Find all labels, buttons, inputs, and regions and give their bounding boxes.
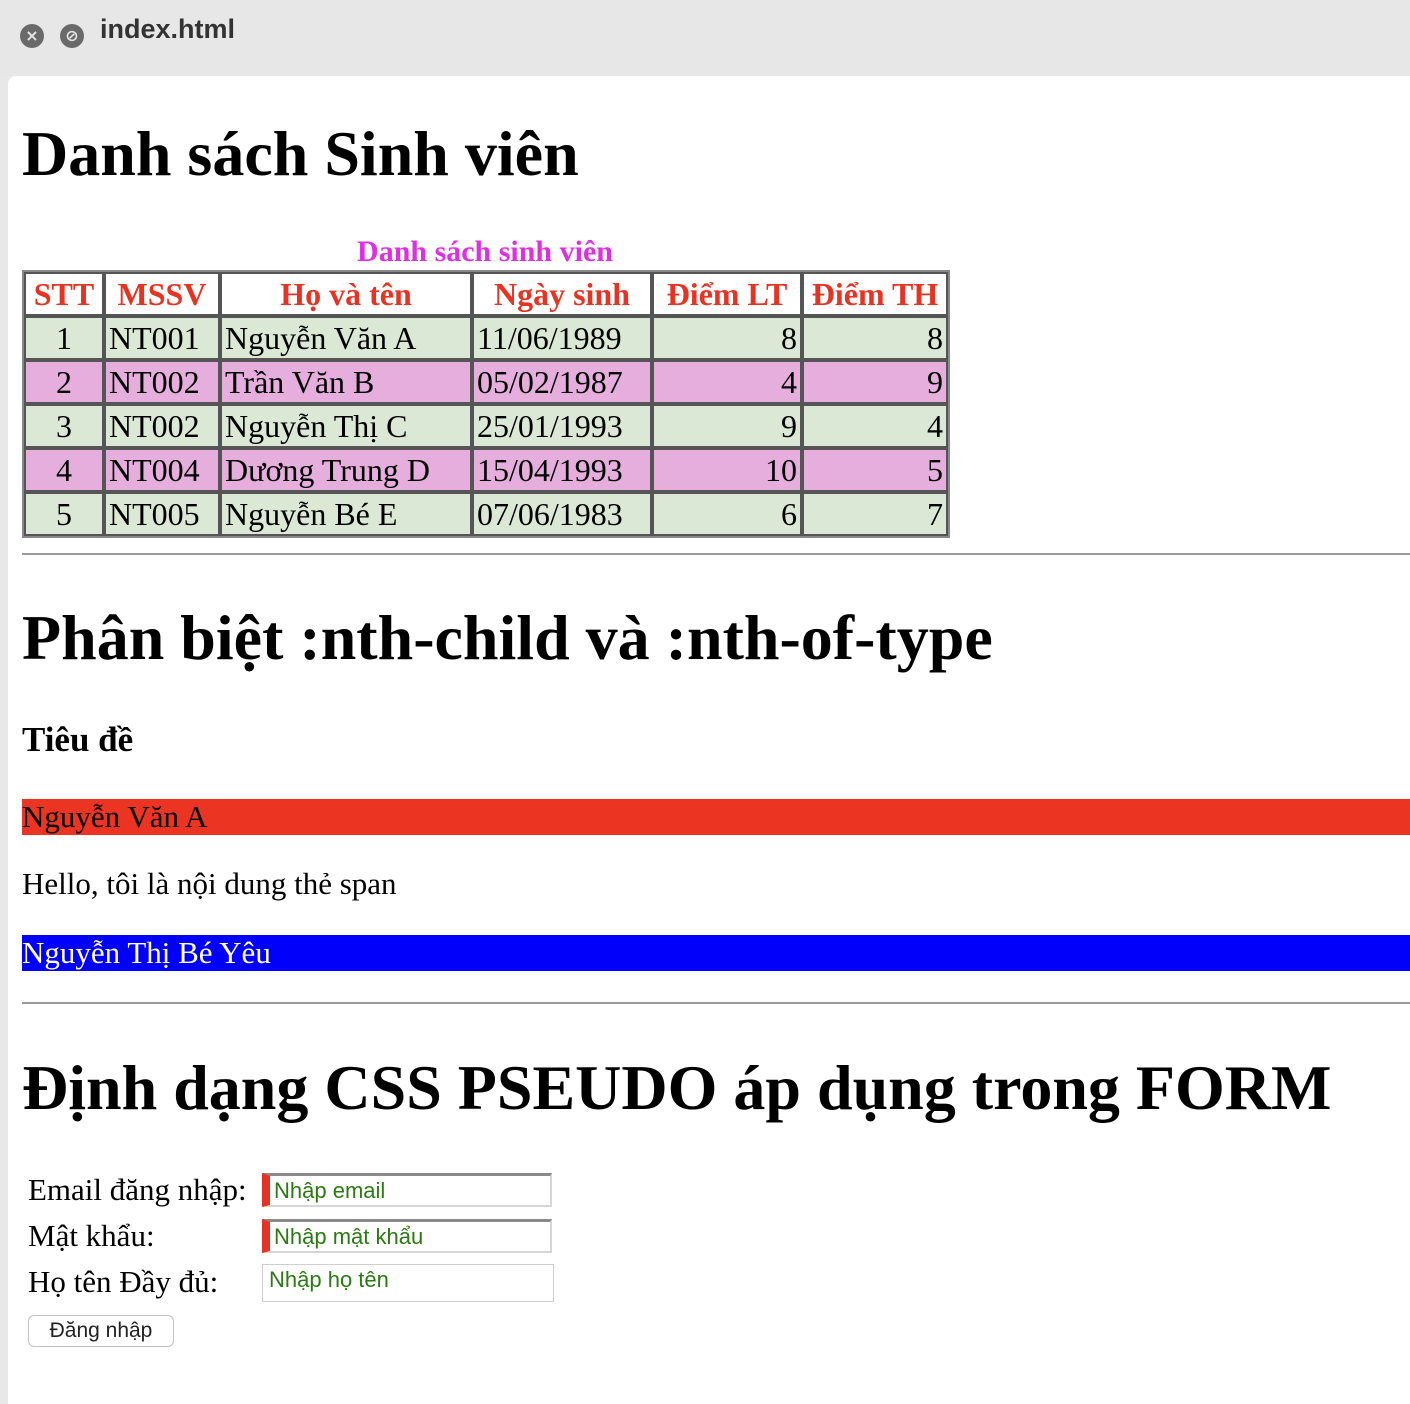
close-tab-icon[interactable]: × — [20, 24, 44, 48]
header-stt: STT — [24, 272, 104, 316]
cell-mssv: NT005 — [104, 492, 220, 536]
cell-theory-score: 8 — [652, 316, 802, 360]
page-content: Danh sách Sinh viên Danh sách sinh viên … — [8, 76, 1410, 1404]
cell-practice-score: 9 — [802, 360, 948, 404]
cell-theory-score: 4 — [652, 360, 802, 404]
email-label: Email đăng nhập: — [28, 1172, 247, 1207]
cell-mssv: NT002 — [104, 360, 220, 404]
cell-birthdate: 25/01/1993 — [472, 404, 652, 448]
section-heading-nth: Phân biệt :nth-child và :nth-of-type — [22, 602, 993, 673]
login-button[interactable]: Đăng nhập — [28, 1315, 174, 1347]
table-row: 1 NT001 Nguyễn Văn A 11/06/1989 8 8 — [24, 316, 948, 360]
window-title: index.html — [100, 14, 236, 44]
password-field[interactable]: Nhập mật khẩu — [262, 1219, 552, 1253]
student-table: STT MSSV Họ và tên Ngày sinh Điểm LT Điể… — [22, 270, 950, 538]
header-birthdate: Ngày sinh — [472, 272, 652, 316]
cell-fullname: Nguyễn Văn A — [220, 316, 472, 360]
highlighted-name-red: Nguyễn Văn A — [22, 799, 1410, 835]
header-mssv: MSSV — [104, 272, 220, 316]
cell-theory-score: 10 — [652, 448, 802, 492]
cell-stt: 3 — [24, 404, 104, 448]
email-field[interactable]: Nhập email — [262, 1173, 552, 1207]
span-content-text: Hello, tôi là nội dung thẻ span — [22, 866, 397, 901]
window-titlebar: × ⊘ index.html — [0, 0, 1410, 76]
divider — [22, 553, 1410, 555]
fullname-field[interactable]: Nhập họ tên — [262, 1264, 554, 1302]
fullname-label: Họ tên Đầy đủ: — [28, 1264, 219, 1299]
header-practice-score: Điểm TH — [802, 272, 948, 316]
cell-birthdate: 11/06/1989 — [472, 316, 652, 360]
cell-fullname: Nguyễn Bé E — [220, 492, 472, 536]
section-heading-form: Định dạng CSS PSEUDO áp dụng trong FORM — [22, 1052, 1332, 1123]
cell-practice-score: 5 — [802, 448, 948, 492]
cell-fullname: Trần Văn B — [220, 360, 472, 404]
cell-birthdate: 07/06/1983 — [472, 492, 652, 536]
table-row: 2 NT002 Trần Văn B 05/02/1987 4 9 — [24, 360, 948, 404]
table-row: 5 NT005 Nguyễn Bé E 07/06/1983 6 7 — [24, 492, 948, 536]
cell-mssv: NT002 — [104, 404, 220, 448]
cell-fullname: Dương Trung D — [220, 448, 472, 492]
cell-birthdate: 05/02/1987 — [472, 360, 652, 404]
cell-stt: 5 — [24, 492, 104, 536]
cell-practice-score: 8 — [802, 316, 948, 360]
cell-mssv: NT001 — [104, 316, 220, 360]
cell-stt: 4 — [24, 448, 104, 492]
cell-theory-score: 9 — [652, 404, 802, 448]
subheading-title: Tiêu đề — [22, 720, 134, 759]
highlighted-name-blue: Nguyễn Thị Bé Yêu — [22, 935, 1410, 971]
table-caption: Danh sách sinh viên — [357, 235, 613, 268]
table-header-row: STT MSSV Họ và tên Ngày sinh Điểm LT Điể… — [24, 272, 948, 316]
cell-practice-score: 4 — [802, 404, 948, 448]
password-label: Mật khẩu: — [28, 1218, 155, 1253]
cell-practice-score: 7 — [802, 492, 948, 536]
cell-stt: 2 — [24, 360, 104, 404]
cell-theory-score: 6 — [652, 492, 802, 536]
cell-mssv: NT004 — [104, 448, 220, 492]
header-fullname: Họ và tên — [220, 272, 472, 316]
cell-fullname: Nguyễn Thị C — [220, 404, 472, 448]
divider — [22, 1002, 1410, 1004]
table-row: 3 NT002 Nguyễn Thị C 25/01/1993 9 4 — [24, 404, 948, 448]
cell-birthdate: 15/04/1993 — [472, 448, 652, 492]
stop-icon[interactable]: ⊘ — [60, 24, 84, 48]
section-heading-students: Danh sách Sinh viên — [22, 118, 579, 189]
cell-stt: 1 — [24, 316, 104, 360]
header-theory-score: Điểm LT — [652, 272, 802, 316]
table-row: 4 NT004 Dương Trung D 15/04/1993 10 5 — [24, 448, 948, 492]
